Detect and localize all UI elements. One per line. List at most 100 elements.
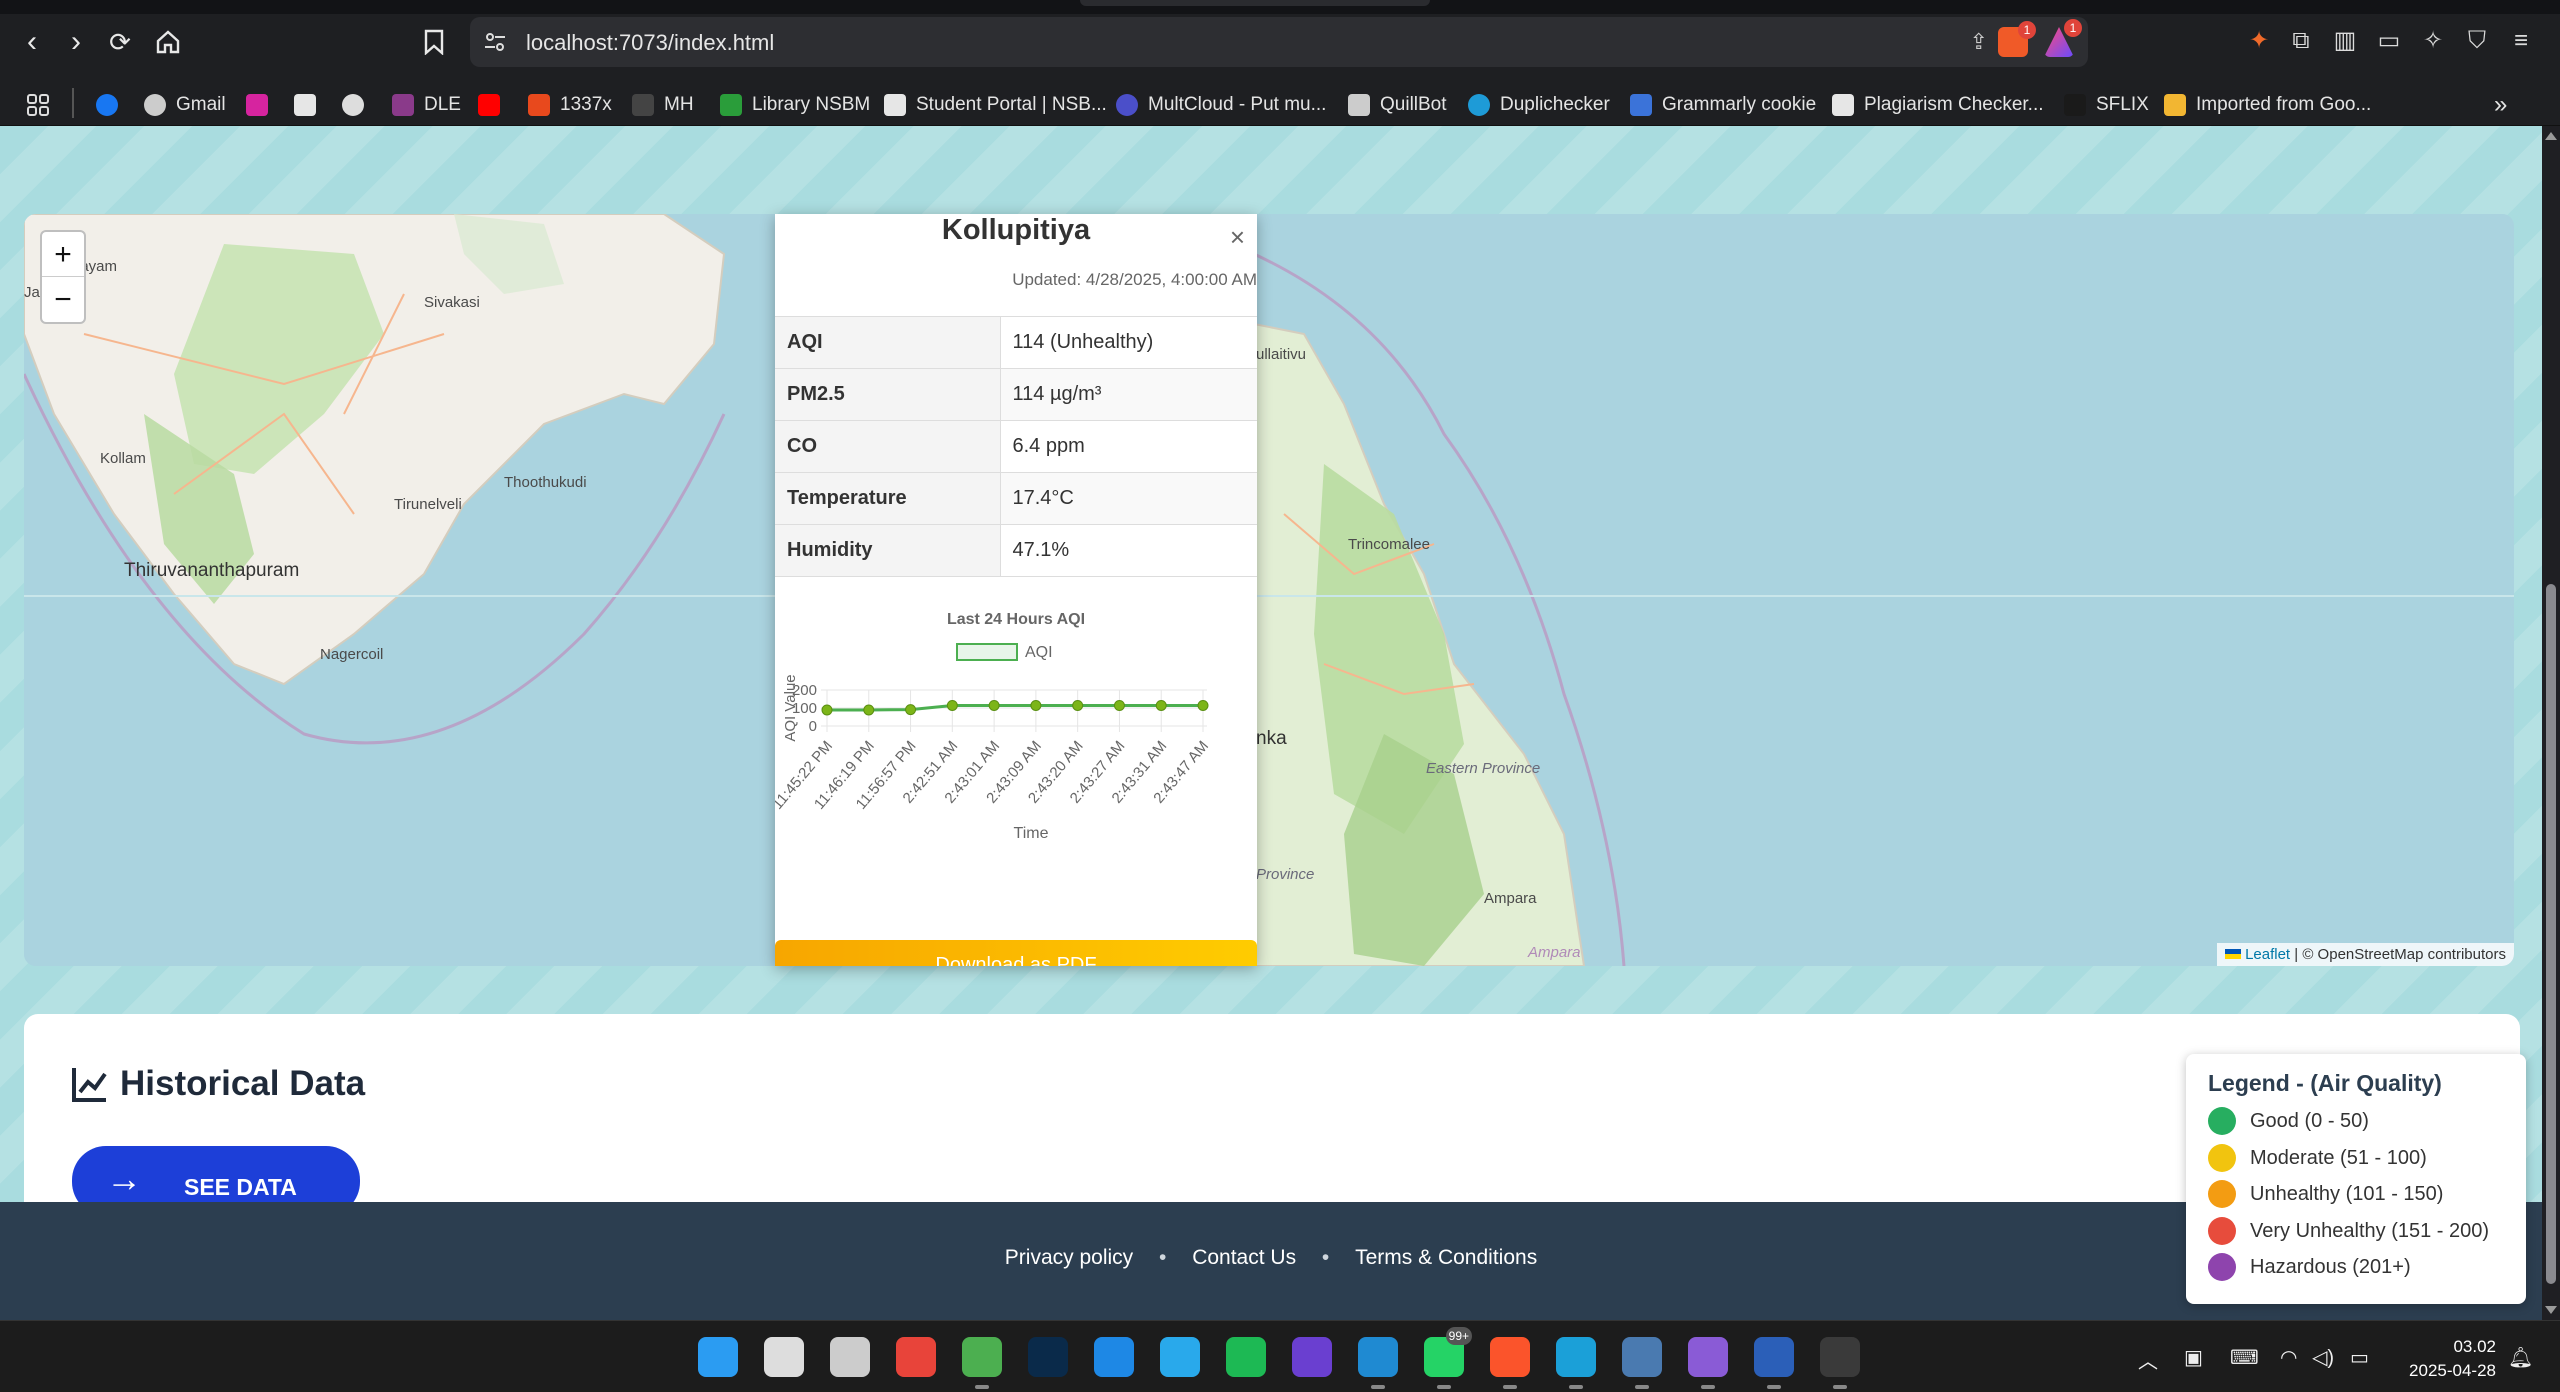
running-indicator [1503, 1385, 1517, 1389]
back-icon[interactable]: ‹ [12, 22, 52, 62]
bookmark-youtube[interactable] [478, 93, 510, 117]
whatsapp-icon[interactable]: 99+ [1424, 1327, 1472, 1377]
see-data-label: SEE DATA [184, 1174, 297, 1200]
bookmark-1337x[interactable]: 1337x [528, 93, 612, 117]
volume-icon[interactable]: ◁) [2312, 1345, 2334, 1370]
active-tab[interactable] [1080, 0, 1430, 6]
legend-item-good: Good (0 - 50) [2208, 1106, 2369, 1136]
popup-close-button[interactable]: × [1230, 222, 1245, 253]
battery-icon[interactable]: ▭ [2350, 1345, 2369, 1370]
task-view-icon[interactable] [830, 1337, 870, 1377]
data-point [1197, 699, 1209, 711]
visual-studio-icon[interactable] [1688, 1337, 1728, 1377]
table-row: Humidity 47.1% [775, 524, 1257, 577]
file-explorer-icon[interactable] [896, 1337, 936, 1377]
site-settings-icon[interactable] [482, 29, 508, 55]
extensions-puzzle-icon[interactable]: ⧉ [2286, 26, 2316, 56]
scrollbar-thumb[interactable] [2546, 584, 2556, 1284]
legend-swatch [2208, 1107, 2236, 1135]
vscode-icon[interactable] [1358, 1337, 1398, 1377]
s-icon [2064, 94, 2086, 116]
word-icon[interactable] [1754, 1337, 1794, 1377]
running-indicator [1833, 1385, 1847, 1389]
terms-link[interactable]: Terms & Conditions [1355, 1246, 1537, 1269]
bookmark-quillbot[interactable]: QuillBot [1348, 93, 1447, 117]
telegram-icon[interactable] [1160, 1337, 1200, 1377]
more-bookmarks-icon[interactable]: » [2494, 91, 2507, 118]
terminal-icon[interactable] [1820, 1337, 1860, 1377]
reload-icon[interactable]: ⟳ [100, 22, 140, 62]
address-bar[interactable]: localhost:7073/index.html ⇪ 1 1 [470, 17, 2088, 67]
data-point [1072, 699, 1084, 711]
legend-swatch [956, 643, 1018, 661]
line-chart-icon [72, 1068, 107, 1102]
bookmark-chatgpt[interactable] [342, 93, 374, 117]
station-title: Kollupitiya [941, 214, 1091, 246]
bookmark-student-portal[interactable]: Student Portal | NSB... [884, 93, 1107, 117]
legend-item-moderate: Moderate (51 - 100) [2208, 1143, 2427, 1173]
aqi-chart-container: Last 24 Hours AQI AQI 0 100 200 AQI Value 11:4… [775, 604, 1257, 944]
media-player-icon[interactable] [1292, 1337, 1332, 1377]
spotify-icon[interactable] [1226, 1337, 1266, 1377]
page-icon [294, 94, 316, 116]
leo-ai-icon[interactable]: ✧ [2418, 26, 2448, 56]
wifi-icon[interactable]: ◠ [2280, 1345, 2297, 1370]
portal-icon [884, 94, 906, 116]
leaflet-link[interactable]: Leaflet [2245, 946, 2290, 963]
sidebar-icon[interactable]: ▥ [2330, 26, 2360, 56]
forward-icon[interactable]: › [56, 22, 96, 62]
chrome-icon[interactable] [962, 1337, 1002, 1377]
bookmark-mh[interactable]: MH [632, 93, 694, 117]
contact-us-link[interactable]: Contact Us [1192, 1246, 1296, 1269]
bookmark-multcloud[interactable]: MultCloud - Put mu... [1116, 93, 1326, 117]
running-indicator [1635, 1385, 1649, 1389]
bookmark-grammarly[interactable]: Grammarly cookie [1630, 93, 1816, 117]
chatgpt-icon [342, 94, 364, 116]
tray-app-icon[interactable]: ▣ [2184, 1345, 2203, 1370]
extension-icon[interactable]: ✦ [2244, 26, 2274, 56]
tray-overflow-icon[interactable]: ︿ [2138, 1345, 2158, 1374]
photoshop-icon[interactable] [1028, 1337, 1068, 1377]
bookmark-icon[interactable] [414, 22, 454, 62]
outlook-icon[interactable] [1094, 1337, 1134, 1377]
bookmark-sflix[interactable]: SFLIX [2064, 93, 2149, 117]
windows-start-icon[interactable] [698, 1337, 738, 1377]
zoom-out-button[interactable]: − [42, 277, 84, 322]
page-scrollbar[interactable] [2542, 126, 2560, 1320]
vpn-icon[interactable]: ⛉ [2462, 26, 2492, 56]
brave-shields-icon[interactable]: 1 [1998, 21, 2036, 57]
edge-icon[interactable] [1556, 1337, 1596, 1377]
bookmark-library-nsbm[interactable]: Library NSBM [720, 93, 870, 117]
bookmark-gmail[interactable]: Gmail [144, 93, 226, 117]
bookmarks-bar: Gmail DLE 1337x MH Library NSBM Student … [0, 84, 2560, 126]
zoom-in-button[interactable]: + [42, 232, 84, 277]
aqi-map[interactable]: ttayam Ja Sivakasi Kollam Tirunelveli Th… [24, 214, 2514, 966]
bookmark-facebook[interactable] [96, 93, 128, 117]
privacy-policy-link[interactable]: Privacy policy [1005, 1246, 1133, 1269]
home-icon[interactable] [148, 22, 188, 62]
keyboard-icon[interactable]: ⌨ [2230, 1345, 2259, 1370]
bookmark-duplichecker[interactable]: Duplichecker [1468, 93, 1610, 117]
aqi-line-chart: Last 24 Hours AQIAQI0100200AQI Value11:4… [775, 611, 1212, 842]
bookmark-instagram[interactable] [246, 93, 278, 117]
download-pdf-button[interactable]: Download as PDF [775, 940, 1257, 966]
map-label-ja: Ja [24, 284, 40, 301]
share-icon[interactable]: ⇪ [1970, 29, 1988, 55]
bookmark-imported-folder[interactable]: Imported from Goo... [2164, 93, 2371, 117]
notification-bell-icon[interactable]: 🔔︎ [2508, 1345, 2533, 1370]
bookmark-dle[interactable]: DLE [392, 93, 461, 117]
reading-value: 47.1% [1000, 524, 1257, 577]
bookmark-plagiarism-checker[interactable]: Plagiarism Checker... [1832, 93, 2044, 117]
data-point [905, 704, 917, 716]
apps-grid-icon[interactable] [26, 93, 50, 117]
menu-icon[interactable]: ≡ [2506, 26, 2536, 56]
scroll-down-icon[interactable] [2545, 1306, 2557, 1314]
search-icon[interactable] [764, 1337, 804, 1377]
data-point [821, 704, 833, 716]
wallet-icon[interactable]: ▭ [2374, 26, 2404, 56]
brave-icon[interactable] [1490, 1337, 1530, 1377]
bookmark-page[interactable] [294, 93, 326, 117]
system-clock[interactable]: 03.02 2025-04-28 [2409, 1335, 2496, 1383]
postgres-icon[interactable] [1622, 1337, 1662, 1377]
scroll-up-icon[interactable] [2545, 132, 2557, 140]
